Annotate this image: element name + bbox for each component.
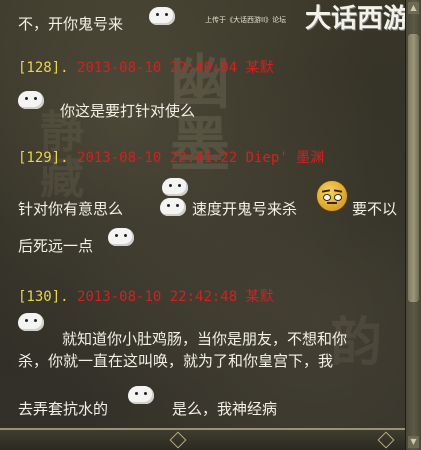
chat-log-window: 幽 墨 静 藏 韵 上传于《大话西游II》论坛 大话西游II 不，开你鬼号来 […	[0, 0, 421, 450]
sheep-emote-icon	[158, 196, 188, 218]
message-text: 是么，我神经病	[172, 400, 278, 418]
message-sender[interactable]: Diep' 墨渊	[246, 150, 325, 166]
ornament-icon	[377, 431, 395, 449]
message-timestamp: 2013-08-10 22:41:22	[77, 150, 238, 166]
message-header-128: [128]. 2013-08-10 22:40:04 某默	[18, 57, 274, 77]
sheep-emote-icon	[126, 384, 156, 406]
message-text: 速度开鬼号来杀	[192, 200, 298, 218]
sheep-emote-icon	[106, 226, 136, 248]
sheep-emote-icon	[160, 176, 190, 198]
game-logo: 大话西游II	[305, 4, 421, 34]
vertical-scrollbar[interactable]: ▲ ▼	[405, 0, 421, 450]
message-text: 杀，你就一直在这叫唤，就为了和你皇宫下，我	[18, 352, 334, 370]
message-text: 不，开你鬼号来	[18, 15, 124, 33]
message-text: 去弄套抗水的	[18, 400, 109, 418]
scroll-thumb[interactable]	[408, 34, 419, 302]
message-header-130: [130]. 2013-08-10 22:42:48 某默	[18, 286, 274, 306]
message-index: [128].	[18, 60, 69, 76]
message-text: 要不以	[352, 200, 398, 218]
message-text: 后死远一点	[18, 237, 94, 255]
message-sender[interactable]: 某默	[246, 289, 274, 305]
message-sender[interactable]: 某默	[246, 60, 274, 76]
bottom-border-bar	[0, 428, 405, 450]
message-timestamp: 2013-08-10 22:40:04	[77, 60, 238, 76]
message-timestamp: 2013-08-10 22:42:48	[77, 289, 238, 305]
message-text: 就知道你小肚鸡肠，当你是朋友，不想和你	[62, 330, 348, 348]
message-header-129: [129]. 2013-08-10 22:41:22 Diep' 墨渊	[18, 147, 324, 167]
skeptical-face-emote-icon	[316, 180, 348, 212]
sheep-emote-icon	[16, 89, 46, 111]
ornament-icon	[169, 431, 187, 449]
scroll-down-button[interactable]: ▼	[408, 436, 419, 448]
forum-upload-caption: 上传于《大话西游II》论坛	[205, 16, 287, 24]
sheep-emote-icon	[16, 311, 46, 333]
message-index: [129].	[18, 150, 69, 166]
message-text: 你这是要打针对使么	[60, 102, 196, 120]
message-text: 针对你有意思么	[18, 200, 124, 218]
scroll-up-button[interactable]: ▲	[408, 2, 419, 14]
sheep-emote-icon	[147, 5, 177, 27]
message-index: [130].	[18, 289, 69, 305]
forum-watermark-banner: 上传于《大话西游II》论坛 大话西游II	[195, 0, 421, 34]
